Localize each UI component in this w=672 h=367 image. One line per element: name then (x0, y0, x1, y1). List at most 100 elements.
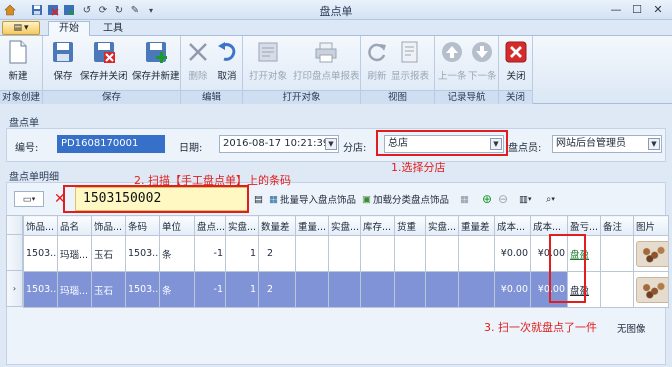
chevron-down-icon: ▾ (31, 195, 36, 203)
table-cell[interactable] (328, 235, 361, 272)
column-header[interactable]: 饰品... (23, 215, 58, 236)
table-cell[interactable]: 玉石 (91, 271, 126, 308)
maximize-icon[interactable]: ☐ (627, 2, 647, 17)
table-cell[interactable] (425, 235, 459, 272)
minimize-icon[interactable]: — (606, 2, 626, 17)
window-title: 盘点单 (319, 5, 353, 18)
column-header[interactable]: 图片 (633, 215, 669, 236)
table-cell[interactable]: 条 (159, 271, 195, 308)
table-cell[interactable]: 1503... (125, 235, 160, 272)
table-cell[interactable]: 2 (258, 235, 296, 272)
open-object-button[interactable]: 打开对象 (249, 38, 287, 88)
clerk-select[interactable]: 网站后台管理员 ▼ (552, 135, 662, 153)
column-header[interactable]: 重量... (295, 215, 329, 236)
column-header[interactable]: 条码 (125, 215, 160, 236)
row-header-current[interactable]: › (6, 270, 23, 307)
table-cell[interactable] (600, 235, 634, 272)
table-cell[interactable] (600, 271, 634, 308)
save-close-button[interactable]: 保存并关闭 (80, 38, 128, 88)
view-options-button[interactable]: ▭ ▾ (14, 191, 44, 207)
table-cell[interactable]: 1 (225, 235, 259, 272)
refresh-button[interactable]: 刷新 (365, 38, 389, 88)
table-cell[interactable] (394, 235, 426, 272)
column-header[interactable]: 饰品... (91, 215, 126, 236)
previous-record-button[interactable]: 上一条 (438, 38, 467, 88)
table-cell[interactable]: 玉石 (91, 235, 126, 272)
print-report-button[interactable]: 打印盘点单报表 (293, 38, 360, 88)
chevron-down-icon[interactable]: ▼ (648, 138, 660, 150)
table-cell[interactable]: 玛瑙... (57, 271, 92, 308)
table-cell[interactable]: 1503... (23, 235, 58, 272)
batch-import-button[interactable]: ▦ 批量导入盘点饰品 (269, 191, 356, 207)
delete-button[interactable]: 删除 (186, 38, 210, 88)
date-field[interactable]: 2016-08-17 10:21:39 ▼ (219, 135, 339, 153)
window-close-icon[interactable]: ✕ (648, 2, 668, 17)
table-cell[interactable] (328, 271, 361, 308)
column-header[interactable]: 实盘... (328, 215, 361, 236)
tab-tools[interactable]: 工具 (92, 21, 134, 36)
app-menu-icon: ▤ (13, 23, 22, 33)
table-cell[interactable] (360, 235, 395, 272)
save-close-icon (92, 40, 116, 64)
add-row-icon[interactable]: ⊕ (482, 191, 492, 207)
table-cell[interactable]: ¥0.00 (494, 271, 531, 308)
table-cell[interactable]: 条 (159, 235, 195, 272)
column-header[interactable]: 盘点... (194, 215, 226, 236)
chevron-down-icon[interactable]: ▼ (325, 138, 337, 150)
table-cell[interactable]: -1 (194, 271, 226, 308)
tab-start[interactable]: 开始 (48, 21, 90, 36)
table-cell[interactable] (295, 235, 329, 272)
save-new-button[interactable]: 保存并新建 (132, 38, 180, 88)
column-header[interactable]: 成本... (494, 215, 531, 236)
table-cell[interactable]: 玛瑙... (57, 235, 92, 272)
table-cell[interactable]: 1 (225, 271, 259, 308)
table-cell[interactable] (360, 271, 395, 308)
annotation-scan-barcode: 2. 扫描【手工盘点单】上的条码 (134, 174, 291, 187)
table-cell[interactable]: 1503... (125, 271, 160, 308)
column-header[interactable]: 成本... (530, 215, 568, 236)
show-report-button[interactable]: 显示报表 (391, 38, 429, 88)
column-header[interactable]: 盈亏... (567, 215, 601, 236)
title-bar: ↺ ⟳ ↻ ✎ ▾ 盘点单 — ☐ ✕ (0, 0, 672, 20)
chevron-down-icon: ▾ (551, 195, 555, 203)
column-header[interactable]: 库存... (360, 215, 395, 236)
table-cell[interactable] (425, 271, 459, 308)
save-button[interactable]: 保存 (51, 38, 75, 88)
column-header[interactable]: 实盘... (425, 215, 459, 236)
number-field[interactable]: PD1608170001 (57, 135, 165, 153)
row-header[interactable] (6, 234, 23, 271)
find-button[interactable]: ⌕ ▾ (546, 191, 555, 207)
load-category-button[interactable]: ▣ 加载分类盘点饰品 (362, 191, 449, 207)
cancel-button[interactable]: 取消 (215, 38, 239, 88)
sheet-icon[interactable]: ▦ (460, 191, 469, 207)
table-cell[interactable] (458, 235, 495, 272)
column-header[interactable]: 备注 (600, 215, 634, 236)
close-button[interactable]: 关闭 (504, 38, 528, 88)
column-header[interactable]: 数量差 (258, 215, 296, 236)
next-record-button[interactable]: 下一条 (468, 38, 497, 88)
app-menu-button[interactable]: ▤ ▾ (2, 21, 40, 35)
print-icon (314, 40, 338, 64)
column-header[interactable]: 货重 (394, 215, 426, 236)
image-cell[interactable] (633, 235, 669, 272)
image-cell[interactable] (633, 271, 669, 308)
new-document-icon (6, 40, 30, 64)
column-header[interactable]: 单位 (159, 215, 195, 236)
barcode-icon[interactable]: ▤ (254, 191, 263, 207)
new-button[interactable]: 新建 (6, 38, 30, 88)
table-cell[interactable]: 2 (258, 271, 296, 308)
table-cell[interactable]: 1503... (23, 271, 58, 308)
column-header[interactable]: 实盘... (225, 215, 259, 236)
column-header[interactable]: 重量差 (458, 215, 495, 236)
date-value: 2016-08-17 10:21:39 (223, 138, 330, 149)
annotation-box-profit (549, 234, 586, 303)
table-cell[interactable]: ¥0.00 (494, 235, 531, 272)
export-button[interactable]: ▥ ▾ (519, 191, 532, 207)
table-cell[interactable] (295, 271, 329, 308)
table-cell[interactable]: -1 (194, 235, 226, 272)
column-header[interactable]: 品名 (57, 215, 92, 236)
table-cell[interactable] (458, 271, 495, 308)
table-cell[interactable] (394, 271, 426, 308)
chevron-down-icon: ▾ (23, 23, 29, 33)
remove-row-icon[interactable]: ⊖ (498, 191, 508, 207)
